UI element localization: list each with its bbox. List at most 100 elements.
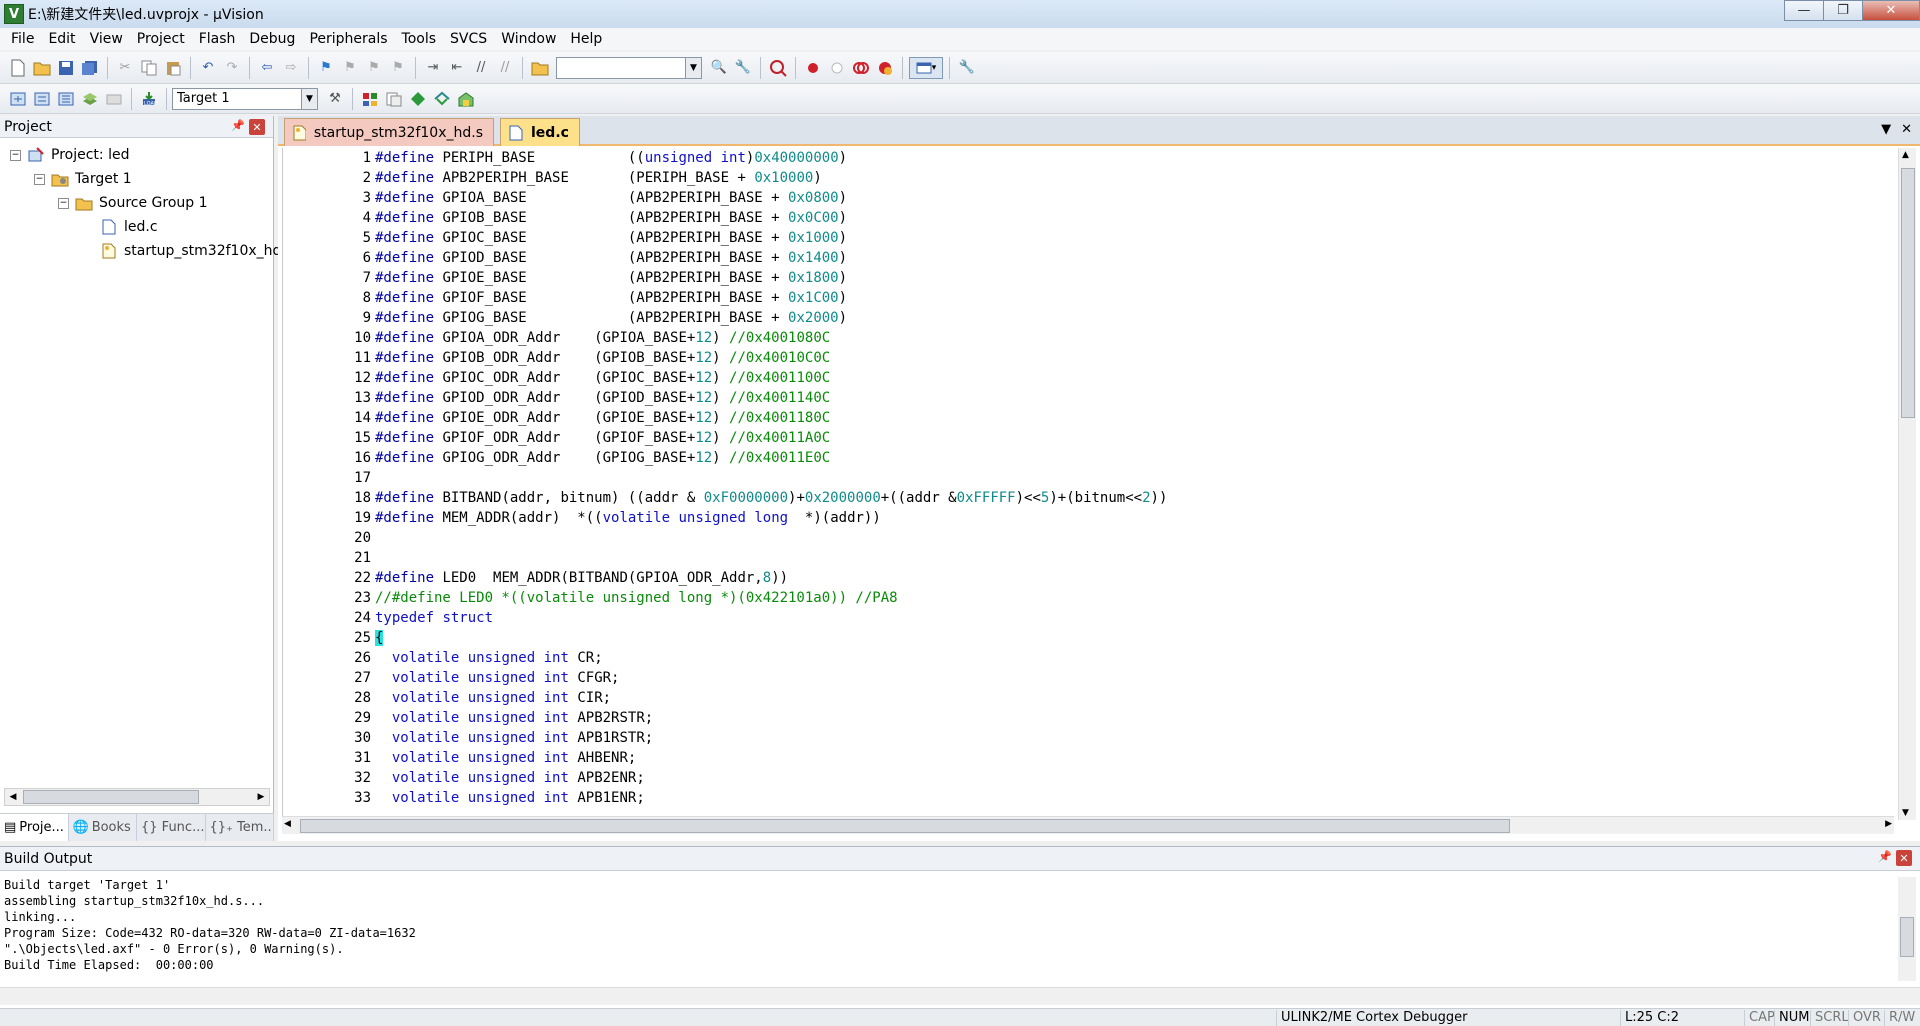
tree-node-target[interactable]: − Target 1 <box>34 168 132 190</box>
find-combo-value[interactable] <box>557 58 685 78</box>
code-line[interactable]: 2 #define APB2PERIPH_BASE (PERIPH_BASE + … <box>283 168 1883 188</box>
cut-icon[interactable]: ✂ <box>114 57 136 79</box>
restore-button[interactable]: ❐ <box>1823 0 1863 21</box>
code-line[interactable]: 21 <box>283 548 1883 568</box>
menu-peripherals[interactable]: Peripherals <box>302 28 394 50</box>
save-icon[interactable] <box>55 57 77 79</box>
navigate-back-icon[interactable]: ⇦ <box>256 57 278 79</box>
tab-templates[interactable]: {}₊ Tem... <box>206 814 274 841</box>
code-line[interactable]: 23//#define LED0 *((volatile unsigned lo… <box>283 588 1883 608</box>
tab-led-c[interactable]: led.c <box>500 118 580 146</box>
breakpoint-disable-all-icon[interactable] <box>850 57 872 79</box>
tab-startup-file[interactable]: startup_stm32f10x_hd.s <box>284 118 494 146</box>
code-line[interactable]: 8 #define GPIOF_BASE (APB2PERIPH_BASE + 0… <box>283 288 1883 308</box>
minimize-button[interactable]: — <box>1784 0 1824 21</box>
close-icon[interactable]: ✕ <box>249 119 265 135</box>
build-output-text[interactable]: Build target 'Target 1' assembling start… <box>4 877 1884 973</box>
select-packs-icon[interactable] <box>407 88 429 110</box>
tree-node-file[interactable]: led.c <box>100 216 158 238</box>
build-output-vscrollbar[interactable] <box>1898 877 1916 981</box>
code-line[interactable]: 7 #define GPIOE_BASE (APB2PERIPH_BASE + 0… <box>283 268 1883 288</box>
tab-functions[interactable]: {} Func... <box>137 814 206 841</box>
chevron-down-icon[interactable]: ▼ <box>301 88 317 109</box>
stop-build-icon[interactable] <box>103 88 125 110</box>
uncomment-icon[interactable]: // <box>494 57 516 79</box>
indent-icon[interactable]: ⇥ <box>422 57 444 79</box>
code-line[interactable]: 13 #define GPIOD_ODR_Addr (GPIOD_BASE+12)… <box>283 388 1883 408</box>
code-line[interactable]: 10 #define GPIOA_ODR_Addr (GPIOA_BASE+12)… <box>283 328 1883 348</box>
incremental-find-icon[interactable]: 🔧 <box>732 57 754 79</box>
configure-icon[interactable]: 🔧 <box>956 57 978 79</box>
batch-build-icon[interactable] <box>79 88 101 110</box>
code-line[interactable]: 32 volatile unsigned int APB2ENR; <box>283 768 1883 788</box>
pin-icon[interactable]: 📌 <box>1878 850 1892 863</box>
target-select-value[interactable]: Target 1 <box>173 89 301 109</box>
find-in-files-icon[interactable] <box>529 57 551 79</box>
breakpoint-kill-all-icon[interactable] <box>874 57 896 79</box>
collapse-icon[interactable]: − <box>58 197 69 209</box>
find-combo[interactable]: ▼ <box>556 56 702 79</box>
code-line[interactable]: 31 volatile unsigned int AHBENR; <box>283 748 1883 768</box>
run-time-environment-icon[interactable] <box>455 88 477 110</box>
editor-vscrollbar[interactable]: ▲ ▼ <box>1898 148 1916 820</box>
code-line[interactable]: 28 volatile unsigned int CIR; <box>283 688 1883 708</box>
paste-icon[interactable] <box>162 57 184 79</box>
code-line[interactable]: 19 #define MEM_ADDR(addr) *((volatile uns… <box>283 508 1883 528</box>
code-editor[interactable]: 1 #define PERIPH_BASE ((unsigned int)0x40… <box>282 148 1894 820</box>
scroll-left-icon[interactable]: ◀ <box>5 789 21 805</box>
redo-icon[interactable]: ↷ <box>221 57 243 79</box>
manage-project-items-icon[interactable] <box>359 88 381 110</box>
menu-project[interactable]: Project <box>130 28 192 50</box>
scroll-thumb[interactable] <box>23 790 199 804</box>
code-line[interactable]: 1 #define PERIPH_BASE ((unsigned int)0x40… <box>283 148 1883 168</box>
code-line[interactable]: 26 volatile unsigned int CR; <box>283 648 1883 668</box>
menu-debug[interactable]: Debug <box>242 28 302 50</box>
code-line[interactable]: 20 <box>283 528 1883 548</box>
bookmark-prev-icon[interactable]: ⚑ <box>339 57 361 79</box>
download-icon[interactable]: LOAD <box>138 88 160 110</box>
menu-view[interactable]: View <box>83 28 130 50</box>
rebuild-icon[interactable] <box>55 88 77 110</box>
code-line[interactable]: 14 #define GPIOE_ODR_Addr (GPIOE_BASE+12)… <box>283 408 1883 428</box>
build-icon[interactable] <box>31 88 53 110</box>
scroll-right-icon[interactable]: ▶ <box>1885 819 1892 829</box>
open-folder-icon[interactable] <box>31 57 53 79</box>
tab-project[interactable]: ▤ Proje... <box>0 814 69 841</box>
collapse-icon[interactable]: − <box>10 149 21 161</box>
unindent-icon[interactable]: ⇤ <box>446 57 468 79</box>
tab-list-chevron-down-icon[interactable]: ▼ <box>1881 122 1891 137</box>
code-line[interactable]: 5 #define GPIOC_BASE (APB2PERIPH_BASE + 0… <box>283 228 1883 248</box>
scroll-down-icon[interactable]: ▼ <box>1902 808 1909 818</box>
pin-icon[interactable]: 📌 <box>231 119 245 132</box>
target-options-icon[interactable]: ⚒ <box>324 88 346 110</box>
bookmark-next-icon[interactable]: ⚑ <box>363 57 385 79</box>
copy-icon[interactable] <box>138 57 160 79</box>
tree-node-file[interactable]: startup_stm32f10x_hd.s <box>100 240 293 262</box>
scroll-thumb[interactable] <box>1900 917 1914 957</box>
code-line[interactable]: 29 volatile unsigned int APB2RSTR; <box>283 708 1883 728</box>
close-tab-icon[interactable]: ✕ <box>1901 122 1912 137</box>
code-line[interactable]: 30 volatile unsigned int APB1RSTR; <box>283 728 1883 748</box>
new-file-icon[interactable] <box>7 57 29 79</box>
menu-help[interactable]: Help <box>563 28 609 50</box>
close-icon[interactable]: ✕ <box>1896 850 1912 866</box>
navigate-forward-icon[interactable]: ⇨ <box>280 57 302 79</box>
code-line[interactable]: 4 #define GPIOB_BASE (APB2PERIPH_BASE + 0… <box>283 208 1883 228</box>
code-line[interactable]: 27 volatile unsigned int CFGR; <box>283 668 1883 688</box>
build-output-hscrollbar[interactable] <box>0 987 1920 1005</box>
find-icon[interactable]: 🔍 <box>708 57 730 79</box>
code-line[interactable]: 22 #define LED0 MEM_ADDR(BITBAND(GPIOA_OD… <box>283 568 1883 588</box>
scroll-left-icon[interactable]: ◀ <box>284 819 291 829</box>
code-line[interactable]: 33 volatile unsigned int APB1ENR; <box>283 788 1883 808</box>
editor-hscrollbar[interactable]: ◀ ▶ <box>282 816 1894 834</box>
menu-edit[interactable]: Edit <box>41 28 82 50</box>
pack-installer-icon[interactable] <box>431 88 453 110</box>
code-line[interactable]: 9 #define GPIOG_BASE (APB2PERIPH_BASE + 0… <box>283 308 1883 328</box>
file-extensions-icon[interactable] <box>383 88 405 110</box>
chevron-down-icon[interactable]: ▼ <box>685 57 701 78</box>
code-line[interactable]: 18 #define BITBAND(addr, bitnum) ((addr &… <box>283 488 1883 508</box>
debug-start-icon[interactable] <box>767 57 789 79</box>
menu-tools[interactable]: Tools <box>395 28 444 50</box>
scroll-up-icon[interactable]: ▲ <box>1902 150 1909 160</box>
tree-node-source-group[interactable]: − Source Group 1 <box>58 192 208 214</box>
